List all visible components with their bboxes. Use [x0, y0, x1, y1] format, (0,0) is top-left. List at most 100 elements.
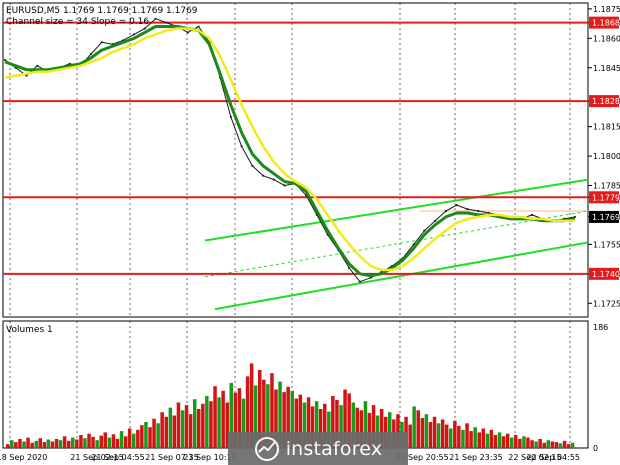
volume-bar [99, 435, 103, 448]
volume-bar [22, 441, 26, 448]
volume-bar [67, 440, 71, 448]
volume-bar [570, 442, 575, 448]
volume-bar [501, 436, 506, 448]
volume-bar [440, 419, 445, 448]
x-tick-label: 21 Sep 23:35 [449, 453, 502, 462]
volume-bar [160, 412, 164, 448]
volume-bar [42, 442, 47, 448]
volume-bar [477, 432, 481, 448]
volume-bar [71, 437, 75, 448]
volume-bar [489, 429, 494, 448]
volume-bar [542, 442, 546, 448]
volume-bar [554, 442, 559, 448]
volume-bar [136, 429, 140, 448]
current-price-label: 1.1769 [592, 213, 620, 222]
volume-bar [140, 425, 144, 448]
volume-bar [213, 386, 217, 448]
volume-bar [54, 438, 59, 448]
volume-bar [465, 423, 469, 448]
volume-bar [168, 407, 173, 448]
volume-bar [493, 435, 498, 448]
volume-bar [123, 436, 128, 448]
volume-bar [83, 438, 87, 448]
watermark: instaforex [228, 432, 408, 465]
volume-bar [156, 423, 160, 448]
x-tick-label: 22 Sep 04:55 [527, 453, 580, 462]
volume-bar [436, 423, 441, 448]
volume-bar [50, 441, 55, 448]
volume-bar [217, 397, 221, 448]
volume-bar [152, 418, 156, 448]
volume-tick-label: 186 [593, 323, 608, 332]
volume-bar [424, 414, 429, 448]
volume-bar [132, 433, 136, 448]
volume-bar [526, 437, 530, 448]
volume-bar [107, 437, 112, 448]
volume-bar [558, 443, 563, 448]
volume-bar [205, 396, 209, 448]
volume-bar [522, 436, 526, 448]
price-panel-frame [2, 2, 589, 318]
volume-bar [510, 437, 514, 448]
volume-bar [538, 438, 542, 448]
volume-bar [18, 438, 22, 448]
volume-bar [505, 433, 510, 448]
volume-bar [87, 433, 91, 448]
volume-bar [412, 406, 416, 448]
volume-bar [562, 440, 567, 448]
volume-bar [461, 429, 465, 448]
volume-bar [518, 438, 522, 448]
volume-bar [416, 410, 420, 448]
watermark-brand: instaforex [285, 437, 383, 460]
volume-bar [148, 427, 152, 448]
y-tick-label: 1.1845 [593, 64, 620, 73]
volume-bar [550, 441, 555, 448]
volume-bar [111, 434, 116, 448]
volume-bar [176, 402, 181, 448]
volume-bar [428, 422, 433, 448]
volume-bar [221, 390, 225, 448]
chart-canvas: 1.1875 1.1868 1.1860 1.1845 1.1828 1.1815 1.18… [0, 2, 620, 462]
level-price-label: 1.1779 [592, 193, 620, 202]
volume-bar [172, 415, 177, 448]
volume-bar [408, 424, 412, 448]
volume-bar [58, 440, 63, 448]
volume-bar [95, 440, 99, 448]
volume-bar [449, 428, 453, 448]
volume-tick-label: 0 [593, 444, 598, 453]
volume-bar [566, 444, 571, 448]
level-price-label: 1.1868 [592, 19, 620, 28]
volume-bar [497, 432, 502, 448]
y-tick-label: 1.1875 [593, 5, 620, 14]
volume-bar [485, 433, 490, 448]
volume-bar [453, 420, 457, 448]
price-chart: 1.1875 1.1868 1.1860 1.1845 1.1828 1.1815 1.18… [0, 0, 620, 465]
volume-bar [457, 425, 461, 448]
volume-bar [469, 431, 473, 448]
volume-bar [444, 424, 449, 448]
volume-bar [10, 440, 14, 448]
volume-bar [62, 436, 67, 448]
volume-bar [473, 427, 477, 448]
volume-bar [188, 414, 193, 448]
y-tick-label: 1.1785 [593, 182, 620, 191]
volumes-label: Volumes 1 [6, 325, 53, 335]
volume-bar [34, 440, 38, 448]
volume-bar [481, 428, 485, 448]
volume-bar [30, 442, 34, 448]
volume-bar [6, 444, 10, 448]
volume-bar [115, 438, 120, 448]
volume-bar [432, 416, 437, 448]
symbol-header: EURUSD,M5 1.1769 1.1769 1.1769 1.1769 [6, 6, 198, 16]
volume-bar [420, 418, 425, 448]
volume-bar [530, 440, 534, 448]
volume-bar [180, 410, 185, 448]
x-tick-label: 21 Sep 04:55 [91, 453, 144, 462]
volume-bar [144, 422, 148, 448]
volume-bar [119, 431, 124, 448]
level-price-label: 1.1740 [592, 270, 620, 279]
y-tick-label: 1.1800 [593, 152, 620, 161]
volume-bar [546, 440, 550, 448]
volume-bar [14, 442, 18, 448]
volume-bar [91, 436, 95, 448]
